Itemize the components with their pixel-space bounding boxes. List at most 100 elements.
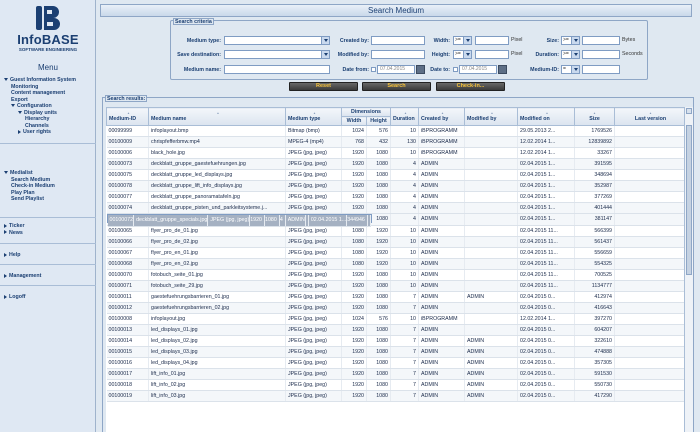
nav-item-management[interactable]: Management — [0, 273, 96, 280]
duration-operator-value: >= — [563, 51, 569, 57]
table-cell: 7 — [390, 335, 419, 347]
modified-by-label: Modified by: — [337, 52, 369, 58]
size-operator-select[interactable]: >= — [561, 36, 580, 45]
table-row[interactable]: 00100067 flyer_pro_en_01.jpg JPEG (jpg, jp… — [106, 247, 686, 259]
table-row[interactable]: 00100066 flyer_pro_de_02.jpg JPEG (jpg, jp… — [106, 236, 686, 248]
medium-name-input[interactable] — [224, 65, 330, 74]
created-by-input[interactable] — [371, 36, 425, 45]
table-cell: 00100067 — [106, 247, 149, 259]
column-header-last-version[interactable]: ▲ Last version — [614, 107, 686, 126]
medium-id-input[interactable] — [582, 65, 620, 74]
table-cell: 02.04.2015 11... — [517, 269, 575, 281]
table-row[interactable]: 00100070 fotobuch_seite_01.jpg JPEG (jpg, … — [106, 269, 686, 281]
table-row[interactable]: 00100006 black_hole.jpg JPEG (jpg, jpeg) 19… — [106, 147, 686, 159]
duration-operator-select[interactable]: >= — [561, 50, 580, 59]
height-operator-select[interactable]: >= — [453, 50, 472, 59]
date-from-checkbox[interactable] — [371, 67, 376, 72]
table-cell: 02.04.2015 0... — [517, 324, 575, 336]
search-button[interactable]: Search — [362, 82, 431, 91]
column-header-size[interactable]: ▲ Size — [574, 107, 615, 126]
column-header-height[interactable]: Height — [366, 116, 391, 126]
width-input[interactable] — [475, 36, 509, 45]
triangle-right-icon — [4, 223, 7, 228]
nav-item-help[interactable]: Help — [0, 252, 96, 259]
medium-id-operator-select[interactable]: = — [561, 65, 580, 74]
table-cell — [614, 202, 686, 214]
calendar-icon[interactable] — [416, 65, 425, 74]
table-row[interactable]: 00100071 fotobuch_seite_29.jpg JPEG (jpg, … — [106, 280, 686, 292]
search-criteria-panel: Search criteria Medium type: Save destin… — [170, 18, 648, 80]
scroll-up-icon[interactable] — [686, 108, 692, 114]
nav-item-logoff[interactable]: Logoff — [0, 294, 96, 301]
column-header-width[interactable]: Width — [341, 116, 367, 126]
size-input[interactable] — [582, 36, 620, 45]
nav-item-news[interactable]: News — [0, 230, 96, 237]
table-cell — [464, 302, 518, 314]
table-cell: iBPROGRAMM — [418, 136, 465, 148]
table-row[interactable]: 00100073 deckblatt_gruppe_gaestefuehrunge… — [106, 158, 686, 170]
table-row[interactable]: 00100075 deckblatt_gruppe_led_displays.jp… — [106, 169, 686, 181]
table-cell: 401444 — [574, 202, 615, 214]
column-header-medium-id[interactable]: ▲ Medium-ID — [106, 107, 149, 126]
table-row[interactable]: 00099999 infoplayout.bmp Bitmap (bmp) 1024 5… — [106, 125, 686, 137]
table-row[interactable]: 00100012 gaestefuehrungsbarrieren_02.jpg J… — [106, 302, 686, 314]
chevron-down-icon — [463, 51, 471, 58]
nav-item-send-playlist[interactable]: Send Playlist — [0, 196, 96, 203]
table-row[interactable]: 00100009 chrispfefferbmw.mp4 MPEG-4 (mp4) 7… — [106, 136, 686, 148]
table-row[interactable]: 00100008 infoplayout.jpg JPEG (jpg, jpeg) 1… — [106, 313, 686, 325]
duration-input[interactable] — [582, 50, 620, 59]
column-header-duration[interactable]: ▲ Duration — [390, 107, 419, 126]
table-cell: JPEG (jpg, jpeg) — [285, 302, 342, 314]
column-header-medium-name[interactable]: ▲ Medium name — [148, 107, 286, 126]
modified-by-input[interactable] — [371, 50, 425, 59]
table-row[interactable]: 00100014 led_displays_02.jpg JPEG (jpg, jp… — [106, 335, 686, 347]
table-cell: 00100019 — [106, 390, 149, 402]
column-header-modified-on[interactable]: ▲ Modified on — [517, 107, 575, 126]
height-input[interactable] — [475, 50, 509, 59]
table-cell: 1920 — [341, 324, 367, 336]
table-row[interactable]: 00100018 lift_info_02.jpg JPEG (jpg, jpeg)… — [106, 379, 686, 391]
table-cell: 1920 — [366, 236, 391, 248]
table-cell: ADMIN — [418, 214, 465, 226]
table-cell: 29.05.2013 2... — [517, 125, 575, 137]
table-cell — [614, 324, 686, 336]
table-row[interactable]: 00100016 led_displays_04.jpg JPEG (jpg, jp… — [106, 357, 686, 369]
table-row[interactable]: 00100015 led_displays_03.jpg JPEG (jpg, jp… — [106, 346, 686, 358]
table-row[interactable]: 00100072 deckblatt_gruppe_specials.jpg JPE… — [106, 214, 372, 227]
table-row[interactable]: 00100074 deckblatt_gruppe_pisten_und_park… — [106, 202, 686, 214]
check-in-button[interactable]: Check-in... — [436, 82, 505, 91]
date-to-input[interactable]: 07.04.2015 — [459, 65, 497, 74]
table-row[interactable]: 00100065 flyer_pro_de_01.jpg JPEG (jpg, jp… — [106, 225, 686, 237]
table-cell: 00100014 — [106, 335, 149, 347]
width-operator-select[interactable]: >= — [453, 36, 472, 45]
table-row[interactable]: 00100019 lift_info_03.jpg JPEG (jpg, jpeg)… — [106, 390, 686, 402]
nav-item-user-rights[interactable]: User rights — [0, 129, 96, 136]
table-cell: 1920 — [249, 215, 266, 227]
search-criteria-legend: Search criteria — [173, 18, 214, 25]
table-cell: iBPROGRAMM — [418, 125, 465, 137]
table-row[interactable]: 00100078 deckblatt_gruppe_lift_info_displ… — [106, 180, 686, 192]
table-row[interactable]: 00100017 lift_info_01.jpg JPEG (jpg, jpeg)… — [106, 368, 686, 380]
date-from-input[interactable]: 07.04.2015 — [377, 65, 415, 74]
table-row[interactable]: 00100011 gaestefuehrungsbarrieren_01.jpg J… — [106, 291, 686, 303]
calendar-icon[interactable] — [498, 65, 507, 74]
column-header-created-by[interactable]: ▲ Created by — [418, 107, 465, 126]
table-cell — [464, 191, 518, 203]
scrollbar-thumb[interactable] — [686, 125, 692, 275]
results-scrollbar[interactable] — [684, 107, 693, 432]
reset-button[interactable]: Reset — [289, 82, 358, 91]
column-header-modified-by[interactable]: ▲ Modified by — [464, 107, 518, 126]
save-destination-select[interactable] — [224, 50, 330, 59]
table-row[interactable]: 00100013 led_displays_01.jpg JPEG (jpg, jp… — [106, 324, 686, 336]
size-unit: Bytes — [622, 37, 636, 43]
date-to-checkbox[interactable] — [453, 67, 458, 72]
table-row[interactable]: 00100068 flyer_pro_en_02.jpg JPEG (jpg, jp… — [106, 258, 686, 270]
column-header-medium-type[interactable]: ▲ Medium type — [285, 107, 342, 126]
height-label: Height: — [431, 52, 450, 58]
table-cell: 1920 — [341, 379, 367, 391]
table-row[interactable]: 00100077 deckblatt_gruppe_panoramatafeln.… — [106, 191, 686, 203]
table-cell: 1920 — [341, 191, 367, 203]
table-cell: 1080 — [366, 147, 391, 159]
medium-type-select[interactable] — [224, 36, 330, 45]
nav-group-help: Help — [0, 252, 96, 259]
